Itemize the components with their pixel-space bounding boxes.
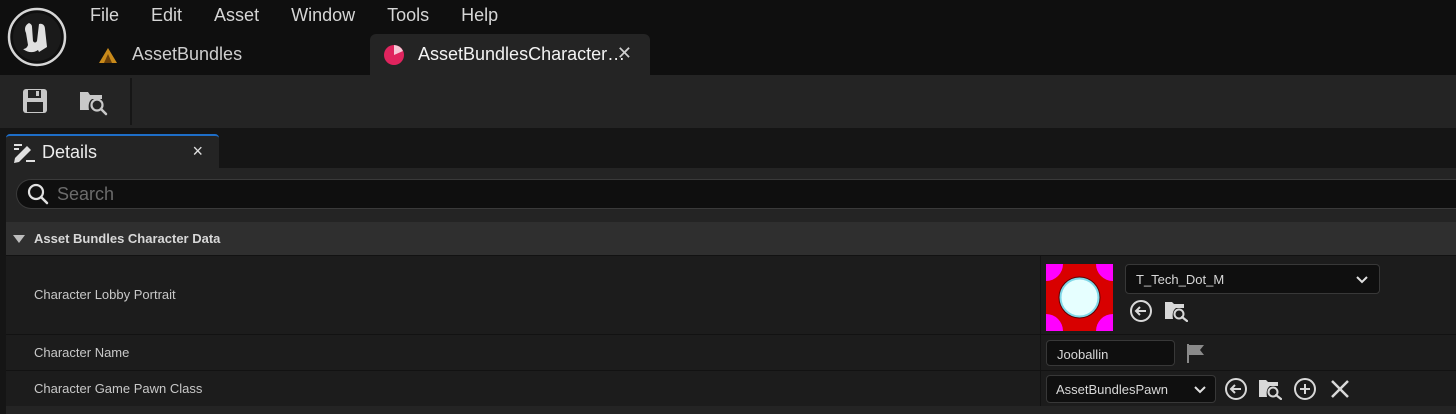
browse-to-class-icon[interactable] [1258, 376, 1282, 400]
collapse-triangle-icon[interactable] [12, 234, 26, 244]
menu-file[interactable]: File [74, 0, 135, 32]
close-tab-icon[interactable]: ✕ [617, 43, 632, 64]
browse-to-asset-icon[interactable] [78, 86, 108, 116]
menu-asset[interactable]: Asset [198, 0, 275, 32]
menu-edit[interactable]: Edit [135, 0, 198, 32]
details-tab[interactable]: Details × [6, 134, 219, 168]
column-divider [1040, 371, 1041, 406]
toolbar [0, 75, 1456, 128]
property-row-character-name: Character Name Jooballin [6, 334, 1456, 370]
column-divider [1040, 335, 1041, 370]
unreal-logo-icon[interactable] [7, 7, 67, 67]
menu-window[interactable]: Window [275, 0, 371, 32]
tab-asset-bundles-character[interactable]: AssetBundlesCharacter… ✕ [370, 34, 650, 75]
search-icon [27, 183, 49, 205]
asset-picker-value: T_Tech_Dot_M [1136, 271, 1225, 287]
category-header[interactable]: Asset Bundles Character Data [6, 222, 1456, 255]
menu-tools[interactable]: Tools [371, 0, 445, 32]
primary-data-asset-icon [384, 44, 404, 65]
save-icon[interactable] [20, 86, 50, 116]
tab-asset-bundles[interactable]: AssetBundles [80, 34, 370, 75]
title-bar: File Edit Asset Window Tools Help AssetB… [0, 0, 1456, 75]
clear-icon[interactable] [1328, 377, 1352, 401]
character-name-field[interactable]: Jooballin [1046, 340, 1175, 366]
browse-to-asset-icon[interactable] [1164, 298, 1188, 322]
texture-thumbnail[interactable] [1046, 264, 1113, 331]
use-selected-asset-icon[interactable] [1129, 299, 1153, 323]
tab-label: AssetBundlesCharacter… [418, 44, 626, 64]
data-asset-icon [99, 47, 117, 63]
details-pencil-icon [14, 144, 35, 163]
tab-label: AssetBundles [132, 44, 243, 64]
class-picker-dropdown[interactable]: AssetBundlesPawn [1046, 375, 1216, 403]
localization-flag-icon[interactable] [1184, 341, 1208, 365]
chevron-down-icon [1356, 276, 1368, 284]
create-new-icon[interactable] [1293, 377, 1317, 401]
property-label: Character Game Pawn Class [34, 381, 203, 396]
column-divider [1040, 256, 1041, 334]
menu-bar: File Edit Asset Window Tools Help [74, 0, 514, 32]
close-details-icon[interactable]: × [192, 141, 203, 162]
property-label: Character Lobby Portrait [34, 287, 176, 302]
chevron-down-icon [1194, 386, 1206, 394]
property-row-lobby-portrait: Character Lobby Portrait T_Tech_Dot_M [6, 255, 1456, 334]
use-selected-class-icon[interactable] [1224, 377, 1248, 401]
details-panel-area: Details × Asset Bundles Character Data C… [0, 128, 1456, 414]
category-label: Asset Bundles Character Data [34, 231, 221, 246]
asset-picker-dropdown[interactable]: T_Tech_Dot_M [1125, 264, 1380, 294]
class-picker-value: AssetBundlesPawn [1056, 381, 1169, 397]
details-body: Asset Bundles Character Data Character L… [6, 168, 1456, 414]
search-box[interactable] [16, 179, 1456, 209]
search-input[interactable] [57, 183, 1357, 205]
details-tab-label: Details [42, 141, 98, 162]
property-label: Character Name [34, 345, 130, 360]
document-tabs: AssetBundles AssetBundlesCharacter… ✕ [80, 34, 650, 75]
menu-help[interactable]: Help [445, 0, 514, 32]
toolbar-separator [130, 78, 132, 125]
property-row-game-pawn-class: Character Game Pawn Class AssetBundlesPa… [6, 370, 1456, 406]
